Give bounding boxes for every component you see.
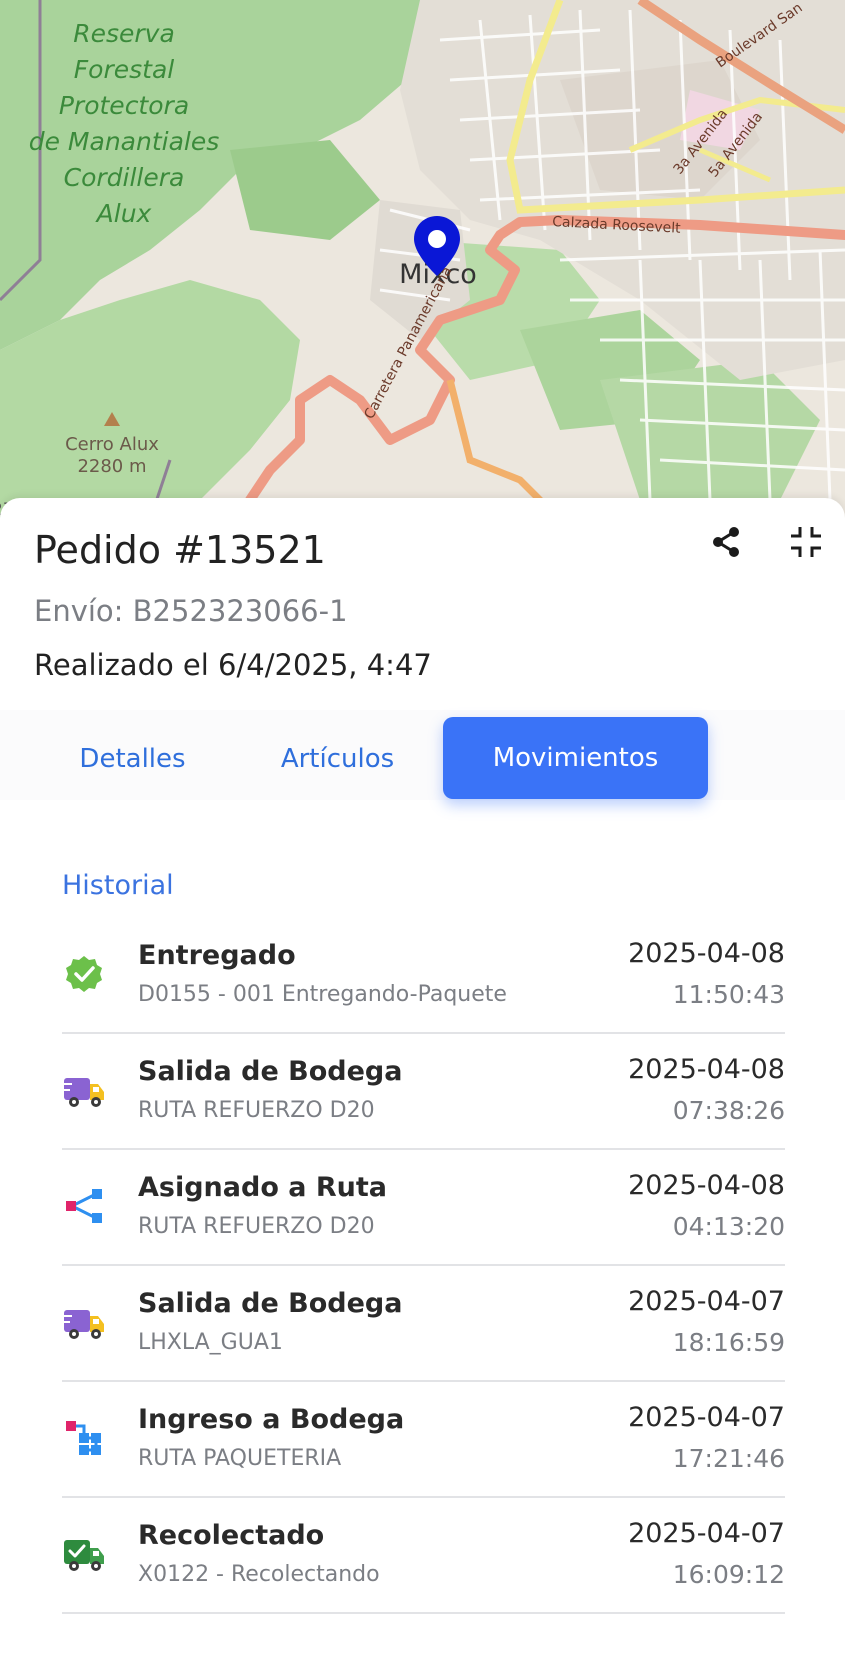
- map-label-reserve-3: Protectora: [59, 91, 189, 120]
- history-list: Entregado D0155 - 001 Entregando-Paquete…: [62, 918, 785, 1614]
- history-time: 07:38:26: [672, 1096, 785, 1125]
- map-label-reserve-5: Cordillera: [64, 163, 185, 192]
- order-placed-date: Realizado el 6/4/2025, 4:47: [34, 648, 432, 682]
- history-status: Salida de Bodega: [138, 1288, 403, 1319]
- history-date: 2025-04-08: [628, 1170, 785, 1201]
- history-detail: RUTA REFUERZO D20: [138, 1098, 375, 1123]
- share-icon: [713, 527, 739, 557]
- history-date: 2025-04-07: [628, 1402, 785, 1433]
- share-button[interactable]: [708, 524, 744, 560]
- history-time: 11:50:43: [672, 980, 785, 1009]
- list-item: Salida de Bodega RUTA REFUERZO D20 2025-…: [62, 1034, 785, 1150]
- tab-articulos[interactable]: Artículos: [245, 718, 430, 800]
- collapse-button[interactable]: [788, 524, 824, 560]
- history-title: Historial: [62, 870, 174, 901]
- verified-check-icon: [66, 956, 102, 992]
- history-detail: RUTA PAQUETERIA: [138, 1446, 342, 1471]
- list-item: Salida de Bodega LHXLA_GUA1 2025-04-07 1…: [62, 1266, 785, 1382]
- history-date: 2025-04-07: [628, 1518, 785, 1549]
- map-label-reserve-1: Reserva: [73, 19, 175, 48]
- history-detail: X0122 - Recolectando: [138, 1562, 380, 1587]
- history-time: 18:16:59: [672, 1328, 785, 1357]
- map-label-reserve-4: de Manantiales: [29, 127, 220, 156]
- list-item: Asignado a Ruta RUTA REFUERZO D20 2025-0…: [62, 1150, 785, 1266]
- history-status: Recolectado: [138, 1520, 325, 1551]
- tab-bar: Detalles Artículos Movimientos: [0, 710, 845, 800]
- history-date: 2025-04-08: [628, 1054, 785, 1085]
- history-time: 17:21:46: [672, 1444, 785, 1473]
- list-item: Recolectado X0122 - Recolectando 2025-04…: [62, 1498, 785, 1614]
- route-assign-icon: [66, 1189, 102, 1223]
- fast-truck-icon: [64, 1310, 104, 1339]
- history-detail: RUTA REFUERZO D20: [138, 1214, 375, 1239]
- order-title: Pedido #13521: [34, 528, 326, 572]
- shipment-number: Envío: B252323066-1: [34, 594, 348, 628]
- list-item: Entregado D0155 - 001 Entregando-Paquete…: [62, 918, 785, 1034]
- history-time: 04:13:20: [672, 1212, 785, 1241]
- history-detail: LHXLA_GUA1: [138, 1330, 283, 1355]
- tab-detalles[interactable]: Detalles: [40, 718, 225, 800]
- fast-truck-icon: [64, 1078, 104, 1107]
- tab-movimientos[interactable]: Movimientos: [443, 717, 708, 799]
- history-time: 16:09:12: [672, 1560, 785, 1589]
- order-sheet: Pedido #13521 Envío: B252323066-1 Realiz…: [0, 498, 845, 1662]
- map-label-reserve-6: Alux: [95, 199, 152, 228]
- history-date: 2025-04-08: [628, 938, 785, 969]
- history-detail: D0155 - 001 Entregando-Paquete: [138, 982, 507, 1007]
- history-status: Entregado: [138, 940, 296, 971]
- pickup-truck-check-icon: [64, 1540, 104, 1571]
- history-status: Ingreso a Bodega: [138, 1404, 405, 1435]
- collapse-icon: [791, 527, 821, 557]
- map-label-peak: Cerro Alux: [65, 434, 159, 455]
- history-status: Asignado a Ruta: [138, 1172, 388, 1203]
- map-canvas: Reserva Forestal Protectora de Manantial…: [0, 0, 845, 520]
- map-view[interactable]: Reserva Forestal Protectora de Manantial…: [0, 0, 845, 520]
- history-status: Salida de Bodega: [138, 1056, 403, 1087]
- history-date: 2025-04-07: [628, 1286, 785, 1317]
- list-item: Ingreso a Bodega RUTA PAQUETERIA 2025-04…: [62, 1382, 785, 1498]
- map-label-peak-elevation: 2280 m: [77, 456, 146, 477]
- map-label-reserve-2: Forestal: [74, 55, 174, 84]
- warehouse-flow-icon: [66, 1421, 101, 1455]
